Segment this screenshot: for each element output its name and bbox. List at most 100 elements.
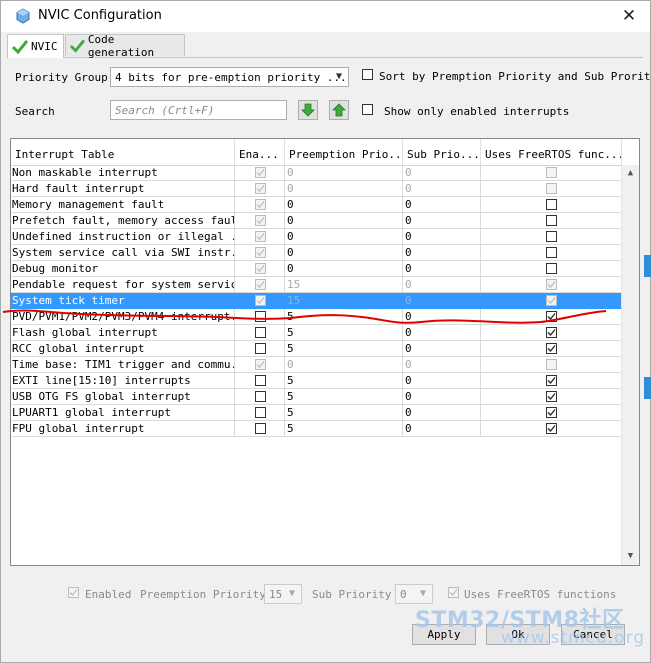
column-header-interrupt[interactable]: Interrupt Table: [11, 139, 235, 165]
enabled-checkbox[interactable]: [254, 407, 266, 418]
bottom-sub-priority-select[interactable]: 0 ▼: [395, 584, 433, 604]
table-row[interactable]: Hard fault interrupt 0 0: [11, 181, 622, 197]
preemption-priority[interactable]: 0: [285, 245, 403, 261]
interrupt-name: Prefetch fault, memory access fault: [11, 213, 235, 229]
table-row[interactable]: Debug monitor 0 0: [11, 261, 622, 277]
sub-priority[interactable]: 0: [403, 357, 481, 373]
bottom-preemption-select[interactable]: 15 ▼: [264, 584, 302, 604]
freertos-checkbox[interactable]: [546, 167, 557, 178]
search-up-button[interactable]: [329, 100, 349, 120]
freertos-checkbox[interactable]: [546, 407, 557, 418]
sub-priority[interactable]: 0: [403, 405, 481, 421]
enabled-checkbox[interactable]: [254, 375, 266, 386]
table-row[interactable]: LPUART1 global interrupt 5 0: [11, 405, 622, 421]
table-row[interactable]: FPU global interrupt 5 0: [11, 421, 622, 437]
show-enabled-label: Show only enabled interrupts: [384, 105, 570, 118]
sub-priority[interactable]: 0: [403, 421, 481, 437]
preemption-priority[interactable]: 0: [285, 357, 403, 373]
table-row[interactable]: Time base: TIM1 trigger and commu... 0 0: [11, 357, 622, 373]
interrupt-name: EXTI line[15:10] interrupts: [11, 373, 235, 389]
preemption-priority[interactable]: 0: [285, 165, 403, 181]
preemption-priority[interactable]: 0: [285, 197, 403, 213]
table-row[interactable]: Memory management fault 0 0: [11, 197, 622, 213]
window-title: NVIC Configuration: [38, 8, 162, 23]
bottom-freertos-checkbox[interactable]: [448, 587, 459, 598]
enabled-checkbox[interactable]: [254, 279, 266, 290]
preemption-priority[interactable]: 5: [285, 341, 403, 357]
bottom-enabled-checkbox[interactable]: [68, 587, 79, 598]
freertos-checkbox[interactable]: [546, 199, 557, 210]
search-field[interactable]: [110, 100, 287, 120]
tab-code-generation[interactable]: Code generation: [65, 33, 185, 59]
preemption-priority[interactable]: 0: [285, 213, 403, 229]
table-row[interactable]: USB OTG FS global interrupt 5 0: [11, 389, 622, 405]
enabled-checkbox[interactable]: [254, 359, 266, 370]
interrupt-name: RCC global interrupt: [11, 341, 235, 357]
preemption-priority[interactable]: 5: [285, 373, 403, 389]
freertos-checkbox[interactable]: [546, 215, 557, 226]
enabled-checkbox[interactable]: [254, 215, 266, 226]
enabled-checkbox[interactable]: [254, 247, 266, 258]
freertos-checkbox[interactable]: [546, 359, 557, 370]
sort-priority-checkbox[interactable]: [362, 69, 373, 80]
enabled-checkbox[interactable]: [254, 183, 266, 194]
table-row[interactable]: EXTI line[15:10] interrupts 5 0: [11, 373, 622, 389]
enabled-cell: [235, 229, 285, 245]
column-header-preemption[interactable]: Preemption Prio...: [285, 139, 403, 165]
sub-priority[interactable]: 0: [403, 181, 481, 197]
freertos-checkbox[interactable]: [546, 343, 557, 354]
table-row[interactable]: RCC global interrupt 5 0: [11, 341, 622, 357]
preemption-priority[interactable]: 15: [285, 277, 403, 293]
column-header-freertos[interactable]: Uses FreeRTOS func...: [481, 139, 622, 165]
sub-priority[interactable]: 0: [403, 165, 481, 181]
preemption-priority[interactable]: 5: [285, 389, 403, 405]
search-input[interactable]: [115, 104, 282, 117]
sub-priority[interactable]: 0: [403, 341, 481, 357]
freertos-checkbox[interactable]: [546, 391, 557, 402]
table-row[interactable]: Non maskable interrupt 0 0: [11, 165, 622, 181]
preemption-priority[interactable]: 0: [285, 229, 403, 245]
enabled-checkbox[interactable]: [254, 167, 266, 178]
preemption-priority[interactable]: 0: [285, 261, 403, 277]
sub-priority[interactable]: 0: [403, 245, 481, 261]
enabled-checkbox[interactable]: [254, 423, 266, 434]
sub-priority[interactable]: 0: [403, 277, 481, 293]
freertos-cell: [481, 277, 622, 293]
enabled-checkbox[interactable]: [254, 231, 266, 242]
table-row[interactable]: Undefined instruction or illegal ... 0 0: [11, 229, 622, 245]
freertos-cell: [481, 357, 622, 373]
enabled-checkbox[interactable]: [254, 199, 266, 210]
search-down-button[interactable]: [298, 100, 318, 120]
freertos-checkbox[interactable]: [546, 231, 557, 242]
sub-priority[interactable]: 0: [403, 213, 481, 229]
freertos-checkbox[interactable]: [546, 263, 557, 274]
sub-priority[interactable]: 0: [403, 197, 481, 213]
preemption-priority[interactable]: 5: [285, 405, 403, 421]
scroll-up-icon[interactable]: ▲: [622, 165, 639, 182]
sub-priority[interactable]: 0: [403, 389, 481, 405]
preemption-priority[interactable]: 5: [285, 421, 403, 437]
freertos-checkbox[interactable]: [546, 279, 557, 290]
freertos-checkbox[interactable]: [546, 423, 557, 434]
sub-priority[interactable]: 0: [403, 261, 481, 277]
enabled-checkbox[interactable]: [254, 263, 266, 274]
scroll-down-icon[interactable]: ▼: [622, 548, 639, 565]
preemption-priority[interactable]: 0: [285, 181, 403, 197]
freertos-checkbox[interactable]: [546, 183, 557, 194]
show-enabled-checkbox[interactable]: [362, 104, 373, 115]
close-button[interactable]: ✕: [614, 4, 644, 28]
vertical-scrollbar[interactable]: ▲ ▼: [621, 165, 639, 565]
priority-group-select[interactable]: 4 bits for pre-emption priority ... ▼: [110, 67, 349, 87]
freertos-checkbox[interactable]: [546, 247, 557, 258]
sub-priority[interactable]: 0: [403, 229, 481, 245]
table-row[interactable]: Prefetch fault, memory access fault 0 0: [11, 213, 622, 229]
freertos-checkbox[interactable]: [546, 375, 557, 386]
sub-priority[interactable]: 0: [403, 373, 481, 389]
column-header-enabled[interactable]: Ena...: [235, 139, 285, 165]
enabled-checkbox[interactable]: [254, 343, 266, 354]
table-row[interactable]: Pendable request for system service 15 0: [11, 277, 622, 293]
column-header-sub-priority[interactable]: Sub Prio...: [403, 139, 481, 165]
table-row[interactable]: System service call via SWI instr... 0 0: [11, 245, 622, 261]
tab-nvic[interactable]: NVIC: [7, 34, 64, 58]
enabled-checkbox[interactable]: [254, 391, 266, 402]
